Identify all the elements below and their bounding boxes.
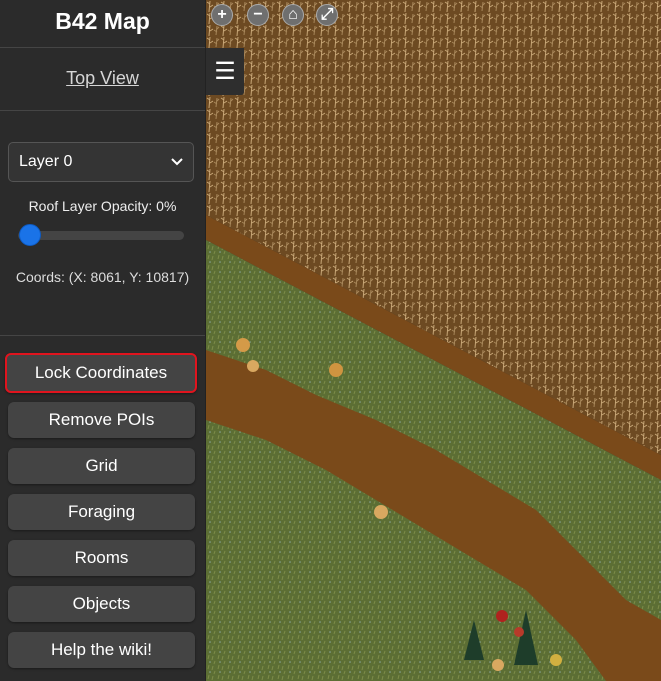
coords-readout: Coords: (X: 8061, Y: 10817) [15,269,190,285]
zoom-in-icon[interactable]: + [211,4,233,26]
roof-opacity-label: Roof Layer Opacity: 0% [28,198,177,214]
chevron-down-icon [171,158,183,166]
top-view-link[interactable]: Top View [0,68,205,89]
fullscreen-icon[interactable]: ⤢ [316,4,338,26]
app-title: B42 Map [55,8,150,34]
objects-button[interactable]: Objects [8,586,195,622]
rooms-button[interactable]: Rooms [8,540,195,576]
sidebar: B42 Map Top View Layer 0 Roof Layer Opac… [0,0,206,681]
help-wiki-button[interactable]: Help the wiki! [8,632,195,668]
layer-select[interactable]: Layer 0 [8,142,194,182]
remove-pois-button[interactable]: Remove POIs [8,402,195,438]
grid-button[interactable]: Grid [8,448,195,484]
hamburger-menu-icon[interactable]: ☰ [206,48,244,95]
home-icon[interactable]: ⌂ [282,4,304,26]
map-view[interactable]: + − ⌂ ⤢ ☰ [206,0,661,681]
zoom-out-icon[interactable]: − [247,4,269,26]
divider [0,110,205,111]
divider [0,47,205,48]
roof-opacity-slider-thumb[interactable] [19,224,41,246]
map-terrain[interactable] [206,0,661,681]
roof-opacity-slider-track[interactable] [18,231,184,240]
layer-select-value: Layer 0 [19,153,73,170]
divider [0,335,205,336]
lock-coordinates-button[interactable]: Lock Coordinates [5,353,197,393]
foraging-button[interactable]: Foraging [8,494,195,530]
